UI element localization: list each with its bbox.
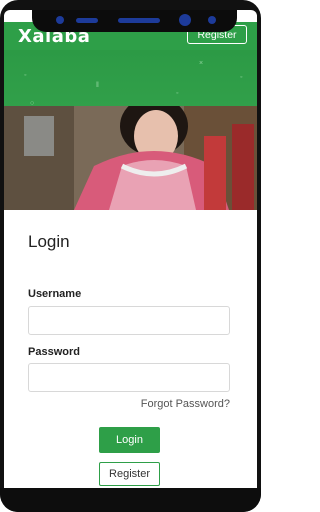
password-input[interactable] — [28, 363, 230, 392]
login-card: Login Username Password Forgot Password?… — [4, 210, 257, 488]
forgot-password-link[interactable]: Forgot Password? — [141, 398, 230, 410]
decor-dot: ◦ — [240, 74, 243, 81]
speaker-icon — [76, 18, 98, 23]
camera-icon — [56, 16, 64, 24]
hero-photo — [4, 106, 257, 210]
status-notch — [32, 10, 237, 32]
decor-dot: ◦ — [176, 90, 179, 97]
decor-dot: × — [199, 60, 204, 67]
camera-icon — [179, 14, 191, 26]
sensor-icon — [208, 16, 216, 24]
username-label: Username — [28, 288, 82, 300]
speaker-icon — [118, 18, 160, 23]
password-label: Password — [28, 346, 80, 358]
username-input[interactable] — [28, 306, 230, 335]
phone-frame: Xalaba Register ◦ ǁ ◦ ◦ ○ × Login Userna… — [0, 0, 261, 512]
banner-area: ◦ ǁ ◦ ◦ ○ × — [4, 50, 257, 108]
app-screen: Xalaba Register ◦ ǁ ◦ ◦ ○ × Login Userna… — [4, 10, 257, 488]
phone-bottom-bezel — [0, 488, 261, 512]
decor-dot: ◦ — [24, 72, 27, 79]
page-title: Login — [28, 232, 70, 251]
login-button[interactable]: Login — [99, 427, 160, 453]
register-button[interactable]: Register — [99, 462, 160, 486]
decor-dot: ǁ — [96, 82, 99, 89]
hero-photo-illustration — [4, 106, 257, 210]
